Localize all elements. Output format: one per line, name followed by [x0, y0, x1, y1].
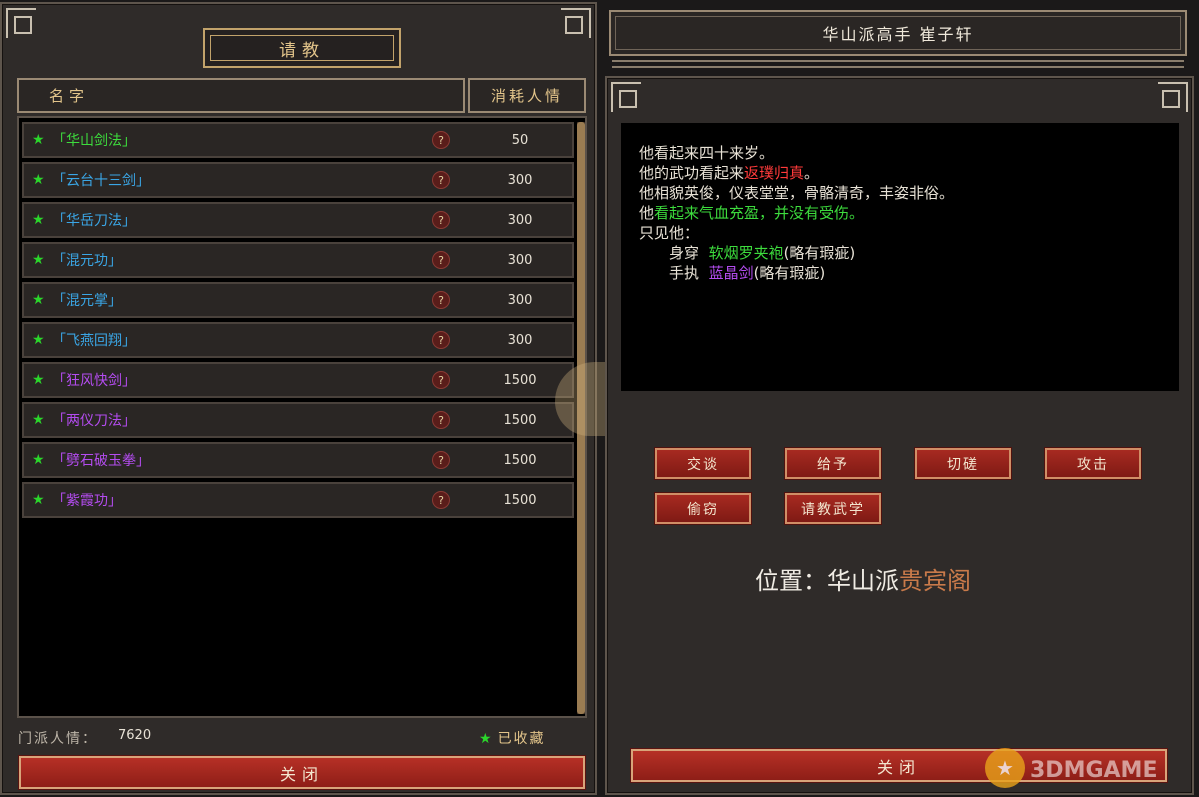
- corner-ornament: [611, 82, 641, 112]
- skill-cost: 1500: [503, 412, 537, 428]
- teach-panel: 请教 名字 消耗人情 ★ 「华山剑法」? 50 ★ 「云台十三剑」? 300 ★ 「华岳刀法」…: [0, 2, 597, 795]
- skill-cost: 300: [507, 212, 533, 228]
- star-icon: ★: [32, 292, 45, 308]
- skill-name: 「两仪刀法」: [52, 413, 136, 429]
- star-icon: ★: [32, 492, 45, 508]
- help-icon[interactable]: ?: [432, 291, 450, 309]
- divider: [612, 60, 1184, 62]
- skill-name: 「混元掌」: [52, 293, 122, 309]
- skill-cost: 300: [507, 332, 533, 348]
- wear-item: 软烟罗夹袍: [708, 244, 784, 262]
- skill-name: 「华岳刀法」: [52, 213, 136, 229]
- npc-description: 他看起来四十来岁。 他的武功看起来返璞归真。 他相貌英俊，仪表堂堂，骨骼清奇，丰…: [621, 123, 1179, 391]
- divider: [612, 66, 1184, 68]
- favorite-label: 已收藏: [497, 731, 546, 747]
- skill-name: 「狂风快剑」: [52, 373, 136, 389]
- skill-cost: 1500: [503, 492, 537, 508]
- skill-cost: 1500: [503, 372, 537, 388]
- watermark-text: 3DMGAME: [1030, 758, 1158, 783]
- equip-wear: 身穿 软烟罗夹袍(略有瑕疵): [669, 244, 856, 262]
- skill-name: 「紫霞功」: [52, 493, 122, 509]
- star-icon: ★: [32, 132, 45, 148]
- star-icon: ★: [32, 452, 45, 468]
- npc-panel: 他看起来四十来岁。 他的武功看起来返璞归真。 他相貌英俊，仪表堂堂，骨骼清奇，丰…: [605, 76, 1194, 795]
- skill-row[interactable]: ★ 「华山剑法」? 50: [22, 122, 574, 158]
- favorite-toggle[interactable]: ★ 已收藏: [479, 728, 546, 748]
- talk-button[interactable]: 交谈: [655, 448, 751, 479]
- skill-cost: 1500: [503, 452, 537, 468]
- star-icon: ★: [32, 332, 45, 348]
- attack-button[interactable]: 攻击: [1045, 448, 1141, 479]
- close-button-left[interactable]: 关闭: [19, 756, 585, 789]
- column-header-name: 名字: [17, 78, 465, 113]
- skill-cost: 300: [507, 172, 533, 188]
- steal-button[interactable]: 偷窃: [655, 493, 751, 524]
- npc-name-bar: 华山派高手 崔子轩: [609, 10, 1187, 56]
- give-button[interactable]: 给予: [785, 448, 881, 479]
- help-icon[interactable]: ?: [432, 331, 450, 349]
- desc-line: 他相貌英俊，仪表堂堂，骨骼清奇，丰姿非俗。: [639, 184, 955, 202]
- skill-name: 「混元功」: [52, 253, 122, 269]
- help-icon[interactable]: ?: [432, 251, 450, 269]
- help-icon[interactable]: ?: [432, 131, 450, 149]
- skill-name: 「劈石破玉拳」: [52, 453, 150, 469]
- skill-name: 「云台十三剑」: [52, 173, 150, 189]
- sect-favor-value: 7620: [118, 728, 152, 743]
- watermark-logo-icon: ★: [985, 748, 1025, 788]
- desc-line: 他看起来气血充盈，并没有受伤。: [639, 204, 865, 222]
- npc-name: 华山派高手 崔子轩: [822, 25, 974, 44]
- skill-row[interactable]: ★ 「飞燕回翔」? 300: [22, 322, 574, 358]
- star-icon: ★: [479, 731, 494, 747]
- star-icon: ★: [32, 412, 45, 428]
- skill-name: 「华山剑法」: [52, 133, 136, 149]
- skill-row[interactable]: ★ 「华岳刀法」? 300: [22, 202, 574, 238]
- help-icon[interactable]: ?: [432, 411, 450, 429]
- help-icon[interactable]: ?: [432, 171, 450, 189]
- desc-line: 他的武功看起来返璞归真。: [639, 164, 820, 182]
- ask-martial-arts-button[interactable]: 请教武学: [785, 493, 881, 524]
- skill-list: ★ 「华山剑法」? 50 ★ 「云台十三剑」? 300 ★ 「华岳刀法」? 300 ★ 「混元功」?…: [17, 116, 587, 718]
- hold-item: 蓝晶剑: [708, 264, 754, 282]
- skill-row[interactable]: ★ 「劈石破玉拳」? 1500: [22, 442, 574, 478]
- help-icon[interactable]: ?: [432, 371, 450, 389]
- skill-row[interactable]: ★ 「两仪刀法」? 1500: [22, 402, 574, 438]
- star-icon: ★: [32, 372, 45, 388]
- spar-button[interactable]: 切磋: [915, 448, 1011, 479]
- corner-ornament: [561, 8, 591, 38]
- skill-row[interactable]: ★ 「云台十三剑」? 300: [22, 162, 574, 198]
- help-icon[interactable]: ?: [432, 491, 450, 509]
- help-icon[interactable]: ?: [432, 451, 450, 469]
- star-icon: ★: [32, 212, 45, 228]
- star-icon: ★: [32, 252, 45, 268]
- skill-cost: 50: [511, 132, 529, 148]
- help-icon[interactable]: ?: [432, 211, 450, 229]
- location-text: 位置：华山派贵宾阁: [755, 567, 971, 595]
- skill-row[interactable]: ★ 「混元功」? 300: [22, 242, 574, 278]
- panel-title: 请教: [203, 28, 401, 68]
- skill-row[interactable]: ★ 「紫霞功」? 1500: [22, 482, 574, 518]
- health-status: 看起来气血充盈，并没有受伤。: [654, 204, 865, 222]
- corner-ornament: [6, 8, 36, 38]
- equip-hold: 手执 蓝晶剑(略有瑕疵): [669, 264, 826, 282]
- skill-row[interactable]: ★ 「狂风快剑」? 1500: [22, 362, 574, 398]
- skill-level: 返璞归真: [744, 164, 805, 182]
- skill-row[interactable]: ★ 「混元掌」? 300: [22, 282, 574, 318]
- desc-line: 只见他：: [639, 224, 700, 242]
- skill-cost: 300: [507, 252, 533, 268]
- desc-line: 他看起来四十来岁。: [639, 144, 775, 162]
- star-icon: ★: [32, 172, 45, 188]
- sect-favor-label: 门派人情：: [18, 731, 98, 747]
- corner-ornament: [1158, 82, 1188, 112]
- column-header-cost: 消耗人情: [468, 78, 586, 113]
- skill-cost: 300: [507, 292, 533, 308]
- skill-name: 「飞燕回翔」: [52, 333, 136, 349]
